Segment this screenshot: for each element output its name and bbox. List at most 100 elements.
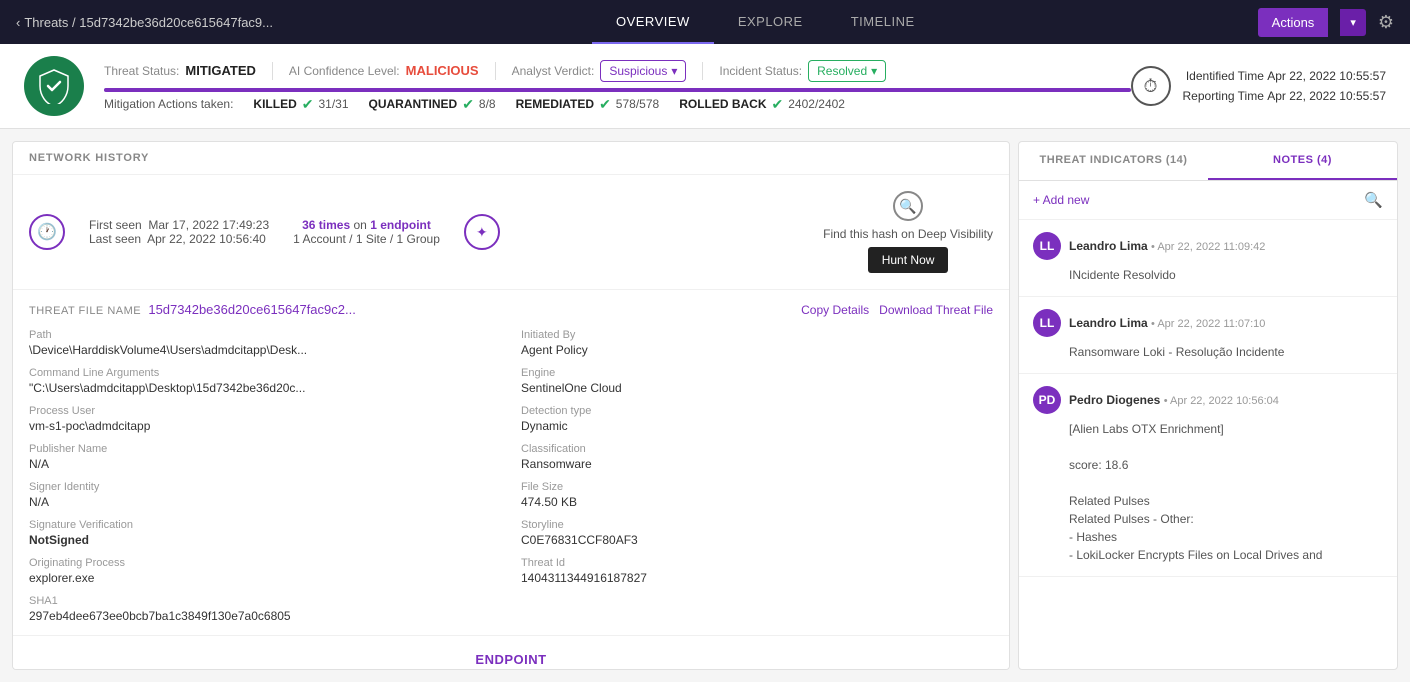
chevron-left-icon: ‹ [16,15,20,30]
check-circle-icon-3: ✔ [599,96,611,113]
actions-button[interactable]: Actions [1258,8,1329,37]
note-item: LL Leandro Lima • Apr 22, 2022 11:07:10 … [1019,297,1397,374]
first-seen-value: Mar 17, 2022 17:49:23 [148,218,269,232]
analyst-verdict-select[interactable]: Suspicious ▾ [600,60,686,82]
network-history-row: 🕐 First seen Mar 17, 2022 17:49:23 Last … [29,191,993,273]
initiated-by-field: Initiated By Agent Policy [521,329,993,357]
status-row-top: Threat Status: MITIGATED AI Confidence L… [104,60,1131,82]
note-author: Leandro Lima [1069,316,1148,330]
publisher-label: Publisher Name [29,443,501,455]
tf-title-group: THREAT FILE NAME 15d7342be36d20ce615647f… [29,302,356,317]
divider-1 [272,62,273,80]
publisher-field: Publisher Name N/A [29,443,501,471]
killed-item: KILLED ✔ 31/31 [253,96,348,113]
detection-type-field: Detection type Dynamic [521,405,993,433]
threat-status-label: Threat Status: [104,64,179,78]
search-notes-button[interactable]: 🔍 [1364,191,1383,209]
analyst-verdict-label: Analyst Verdict: [512,64,595,78]
threat-status-item: Threat Status: MITIGATED [104,63,256,78]
storyline-label: Storyline [521,519,993,531]
sha1-value: 297eb4dee673ee0bcb7ba1c3849f130e7a0c6805 [29,609,993,623]
note-time: • Apr 22, 2022 11:07:10 [1151,318,1265,330]
engine-field: Engine SentinelOne Cloud [521,367,993,395]
left-panel: NETWORK HISTORY 🕐 First seen Mar 17, 202… [12,141,1010,670]
notes-header: + Add new 🔍 [1019,181,1397,220]
gear-icon[interactable]: ⚙ [1378,12,1394,33]
compass-icon: ✦ [464,214,500,250]
path-value: \Device\HarddiskVolume4\Users\admdcitapp… [29,343,501,357]
tab-threat-indicators[interactable]: THREAT INDICATORS (14) [1019,142,1208,180]
status-bar: Threat Status: MITIGATED AI Confidence L… [0,44,1410,129]
storyline-value: C0E76831CCF80AF3 [521,533,993,547]
times-section: 36 times on 1 endpoint 1 Account / 1 Sit… [293,218,440,246]
initiated-label: Initiated By [521,329,993,341]
tab-overview[interactable]: OVERVIEW [592,0,714,44]
ai-confidence-value: MALICIOUS [406,63,479,78]
chevron-down-icon: ▾ [671,64,677,78]
file-size-label: File Size [521,481,993,493]
rolled-back-item: ROLLED BACK ✔ 2402/2402 [679,96,845,113]
note-body: Ransomware Loki - Resolução Incidente [1033,343,1383,361]
tab-notes[interactable]: NOTES (4) [1208,142,1397,180]
ai-confidence-label: AI Confidence Level: [289,64,400,78]
incident-status-item: Incident Status: Resolved ▾ [719,60,886,82]
note-time: • Apr 22, 2022 11:09:42 [1151,241,1265,253]
check-circle-icon-2: ✔ [462,96,474,113]
breadcrumb: ‹ Threats / 15d7342be36d20ce615647fac9..… [16,15,273,30]
note-author-info: Leandro Lima • Apr 22, 2022 11:09:42 [1069,239,1265,253]
file-size-field: File Size 474.50 KB [521,481,993,509]
tf-header: THREAT FILE NAME 15d7342be36d20ce615647f… [29,302,993,317]
cmd-value: "C:\Users\admdcitapp\Desktop\15d7342be36… [29,381,501,395]
cmd-label: Command Line Arguments [29,367,501,379]
path-field: Path \Device\HarddiskVolume4\Users\admdc… [29,329,501,357]
add-new-button[interactable]: + Add new [1033,193,1089,207]
incident-status-select[interactable]: Resolved ▾ [808,60,886,82]
timer-icon: ⏱ [1131,66,1171,106]
signer-label: Signer Identity [29,481,501,493]
signer-field: Signer Identity N/A [29,481,501,509]
check-circle-icon: ✔ [302,96,314,113]
times-count: 36 times [302,218,350,232]
cmd-field: Command Line Arguments "C:\Users\admdcit… [29,367,501,395]
progress-bar-fill [104,88,1131,92]
path-label: Path [29,329,501,341]
process-user-value: vm-s1-poc\admdcitapp [29,419,501,433]
file-size-value: 474.50 KB [521,495,993,509]
note-author-row: LL Leandro Lima • Apr 22, 2022 11:07:10 [1033,309,1383,337]
threat-id-field: Threat Id 1404311344916187827 [521,557,993,585]
analyst-verdict-item: Analyst Verdict: Suspicious ▾ [512,60,687,82]
tf-filename: 15d7342be36d20ce615647fac9c2... [148,302,355,317]
sha1-field: SHA1 297eb4dee673ee0bcb7ba1c3849f130e7a0… [29,595,993,623]
copy-details-button[interactable]: Copy Details [801,303,869,317]
note-author: Leandro Lima [1069,239,1148,253]
tab-explore[interactable]: EXPLORE [714,0,827,44]
note-item: LL Leandro Lima • Apr 22, 2022 11:09:42 … [1019,220,1397,297]
storyline-field: Storyline C0E76831CCF80AF3 [521,519,993,547]
signer-value: N/A [29,495,501,509]
nav-right: Actions ▾ ⚙ [1258,8,1394,37]
check-circle-icon-4: ✔ [772,96,784,113]
threat-id-value: 1404311344916187827 [521,571,993,585]
tab-timeline[interactable]: TIMELINE [827,0,939,44]
last-seen-label: Last seen [89,232,141,246]
note-author: Pedro Diogenes [1069,393,1160,407]
breadcrumb-text: Threats / 15d7342be36d20ce615647fac9... [24,15,273,30]
divider-3 [702,62,703,80]
download-threat-file-button[interactable]: Download Threat File [879,303,993,317]
reporting-time-label: Reporting Time [1183,89,1264,103]
right-panel-tabs: THREAT INDICATORS (14) NOTES (4) [1019,142,1397,181]
engine-label: Engine [521,367,993,379]
threat-id-label: Threat Id [521,557,993,569]
process-user-field: Process User vm-s1-poc\admdcitapp [29,405,501,433]
shield-icon [24,56,84,116]
hunt-now-button[interactable]: Hunt Now [868,247,949,273]
note-body: [Alien Labs OTX Enrichment] score: 18.6 … [1033,420,1383,564]
note-item: PD Pedro Diogenes • Apr 22, 2022 10:56:0… [1019,374,1397,577]
quarantined-item: QUARANTINED ✔ 8/8 [369,96,496,113]
actions-dropdown-button[interactable]: ▾ [1340,9,1366,36]
classification-label: Classification [521,443,993,455]
tf-label: THREAT FILE NAME [29,305,141,317]
process-user-label: Process User [29,405,501,417]
divider-2 [495,62,496,80]
chevron-down-icon-2: ▾ [871,64,877,78]
